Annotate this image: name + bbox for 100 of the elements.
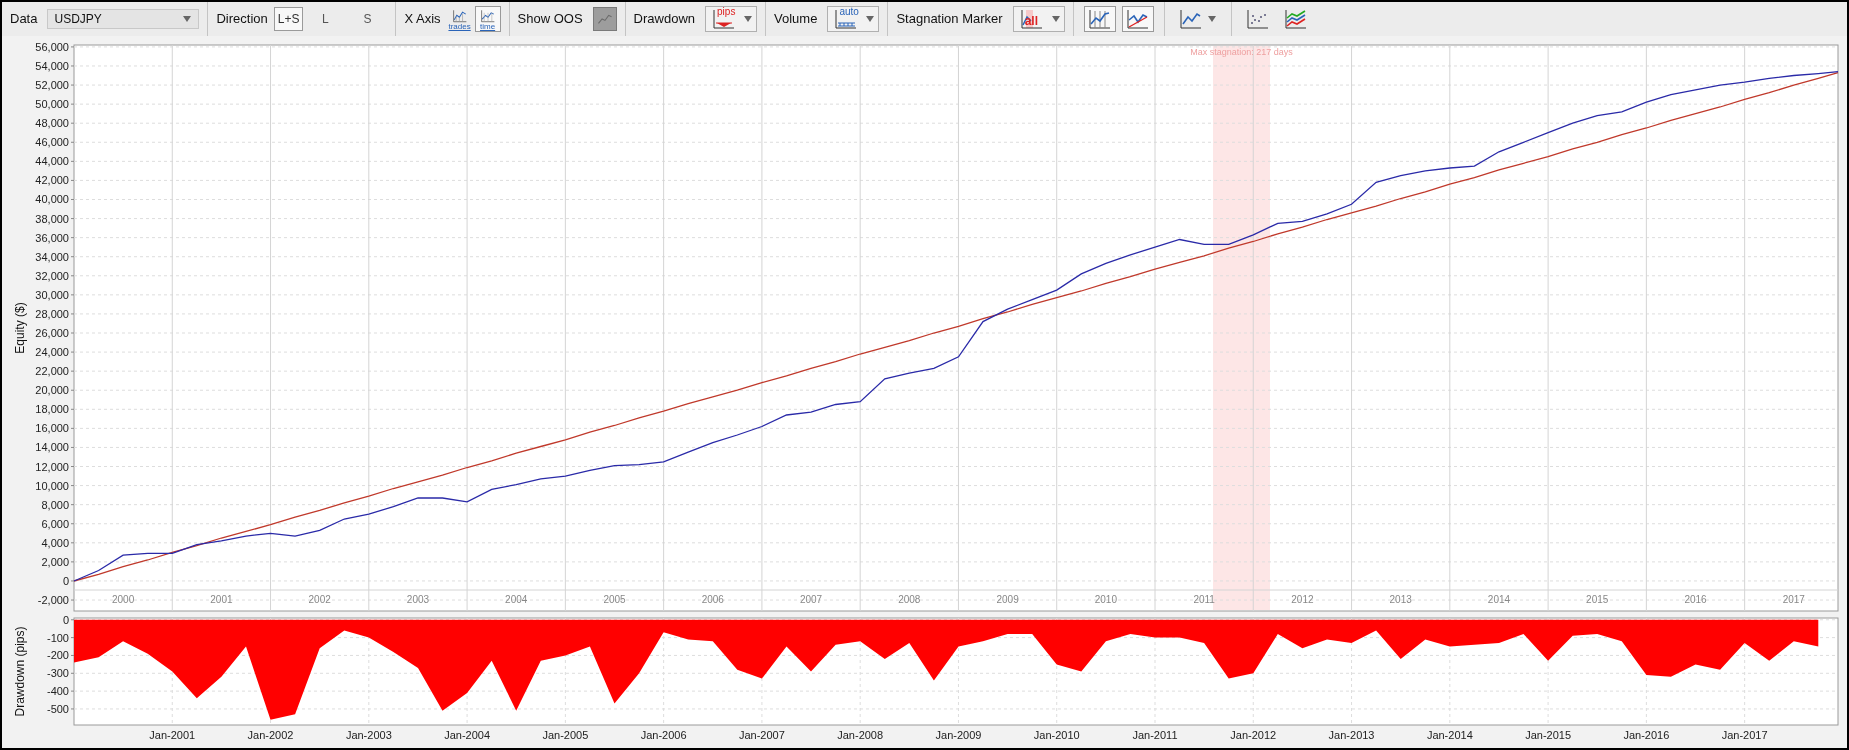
axis-tick-label: 26,000 — [35, 327, 69, 339]
axis-tick-label: Jan-2001 — [149, 729, 196, 741]
axis-tick-label: 8,000 — [41, 498, 69, 511]
axis-tick-label: 4,000 — [41, 536, 69, 549]
axis-tick-label: -100 — [46, 631, 69, 644]
axis-tick-label: 2004 — [505, 594, 528, 605]
axis-tick-label: Jan-2007 — [738, 729, 785, 741]
axis-tick-label: Jan-2008 — [837, 729, 884, 741]
caret-icon — [1050, 15, 1061, 23]
axis-tick-label: -500 — [46, 702, 69, 715]
line-chart-icon — [1283, 8, 1308, 30]
caret-icon — [865, 15, 876, 23]
axis-tick-label: Jan-2009 — [935, 729, 982, 741]
axis-tick-label: 2016 — [1684, 594, 1707, 605]
axis-tick-label: 10,000 — [35, 479, 69, 492]
axis-tick-label: 2014 — [1487, 594, 1511, 605]
axis-tick-label: 48,000 — [35, 117, 69, 130]
axis-tick-label: 34,000 — [35, 250, 69, 263]
chart-option-dropdown[interactable]: all — [1012, 6, 1065, 32]
x-axis-option[interactable]: time — [474, 6, 501, 32]
axis-tick-label: 2011 — [1193, 594, 1215, 605]
axis-tick-label: -2,000 — [37, 594, 69, 607]
toolbar-label: Show OOS — [517, 10, 583, 29]
axis-tick-label: 56,000 — [35, 40, 69, 53]
axis-tick-label: Jan-2015 — [1525, 729, 1572, 741]
caret-icon — [1206, 15, 1217, 23]
axis-tick-label: 20,000 — [35, 384, 69, 397]
axis-tick-label: 2007 — [799, 594, 823, 605]
axis-tick-label: 2010 — [1094, 594, 1117, 605]
axis-tick-label: 14,000 — [35, 441, 69, 454]
axis-tick-label: Jan-2010 — [1033, 729, 1080, 741]
axis-title: Equity ($) — [13, 302, 27, 354]
axis-tick-label: 42,000 — [35, 174, 69, 187]
axis-tick-label: 2002 — [308, 594, 331, 605]
line-chart-icon — [1087, 8, 1112, 30]
axis-tick-label: Jan-2017 — [1721, 729, 1768, 741]
axis-tick-label: 22,000 — [35, 365, 69, 378]
axis-tick-label: 2017 — [1782, 594, 1805, 605]
caret-icon — [182, 15, 193, 23]
axis-tick-label: Jan-2014 — [1426, 729, 1473, 741]
axis-tick-label: 40,000 — [35, 193, 69, 206]
toolbar-label: Drawdown — [633, 10, 696, 29]
axis-tick-label: Jan-2013 — [1328, 729, 1375, 741]
axis-tick-label: 2012 — [1291, 594, 1314, 605]
caret-icon — [743, 15, 754, 23]
stagnation-label: Max stagnation: 217 days — [1190, 47, 1293, 57]
axis-tick-label: 2015 — [1586, 594, 1609, 605]
chart-option-dropdown[interactable]: auto — [827, 6, 880, 32]
axis-tick-label: Jan-2005 — [542, 729, 589, 741]
direction-option[interactable]: S — [353, 7, 382, 31]
axis-title: Drawdown (pips) — [13, 626, 27, 717]
axis-tick-label: Jan-2004 — [444, 729, 491, 741]
axis-tick-label: -200 — [46, 649, 69, 662]
toolbar-label: Direction — [216, 10, 268, 29]
chart-option-dropdown[interactable]: pips — [705, 6, 758, 32]
direction-option[interactable]: L+S — [273, 7, 304, 31]
toolbar-label: Data — [10, 10, 38, 29]
axis-tick-label: 36,000 — [35, 231, 69, 244]
axis-tick-label: Jan-2012 — [1230, 729, 1277, 741]
axis-tick-label: 2013 — [1389, 594, 1412, 605]
axis-tick-label: 2003 — [406, 594, 430, 605]
axis-tick-label: Jan-2016 — [1623, 729, 1670, 741]
direction-option[interactable]: L — [311, 7, 340, 31]
chart-style-button[interactable] — [1083, 6, 1116, 32]
axis-tick-label: 24,000 — [35, 346, 69, 359]
axis-tick-label: 12,000 — [35, 460, 69, 473]
axis-tick-label: -300 — [46, 667, 69, 680]
axis-tick-label: 16,000 — [35, 422, 69, 435]
axis-tick-label: 28,000 — [35, 307, 69, 320]
axis-tick-label: 30,000 — [35, 288, 69, 301]
axis-tick-label: 2006 — [701, 594, 724, 605]
axis-tick-label: 2,000 — [41, 555, 69, 568]
axis-tick-label: Jan-2003 — [345, 729, 392, 741]
axis-tick-label: 2005 — [603, 594, 626, 605]
axis-tick-label: 2001 — [210, 594, 233, 605]
axis-tick-label: 2008 — [898, 594, 921, 605]
toolbar-label: Stagnation Marker — [896, 10, 1003, 29]
axis-tick-label: 0 — [62, 574, 69, 587]
axis-tick-label: 46,000 — [35, 136, 69, 149]
toolbar-label: Volume — [774, 10, 818, 29]
axis-tick-label: Jan-2011 — [1132, 729, 1178, 741]
axis-tick-label: 2009 — [996, 594, 1019, 605]
axis-tick-label: 2000 — [112, 594, 135, 605]
oos-toggle[interactable] — [592, 7, 617, 31]
axis-tick-label: 52,000 — [35, 79, 69, 92]
axis-tick-label: Jan-2002 — [247, 729, 294, 741]
line-chart-icon — [1178, 8, 1203, 30]
axis-tick-label: 54,000 — [35, 60, 69, 72]
line-chart-icon — [1125, 8, 1150, 30]
axis-tick-label: 38,000 — [35, 212, 69, 225]
axis-tick-label: 32,000 — [35, 269, 69, 282]
axis-tick-label: 18,000 — [35, 403, 69, 416]
chart-style-button[interactable] — [1121, 6, 1154, 32]
axis-tick-label: 50,000 — [35, 98, 69, 111]
x-axis-option[interactable]: trades — [446, 6, 473, 32]
axis-tick-label: 44,000 — [35, 155, 69, 168]
symbol-dropdown[interactable]: USDJPY — [47, 9, 200, 29]
line-chart-icon — [1245, 8, 1270, 30]
axis-tick-label: Jan-2006 — [640, 729, 687, 741]
toolbar-label: X Axis — [404, 10, 441, 29]
